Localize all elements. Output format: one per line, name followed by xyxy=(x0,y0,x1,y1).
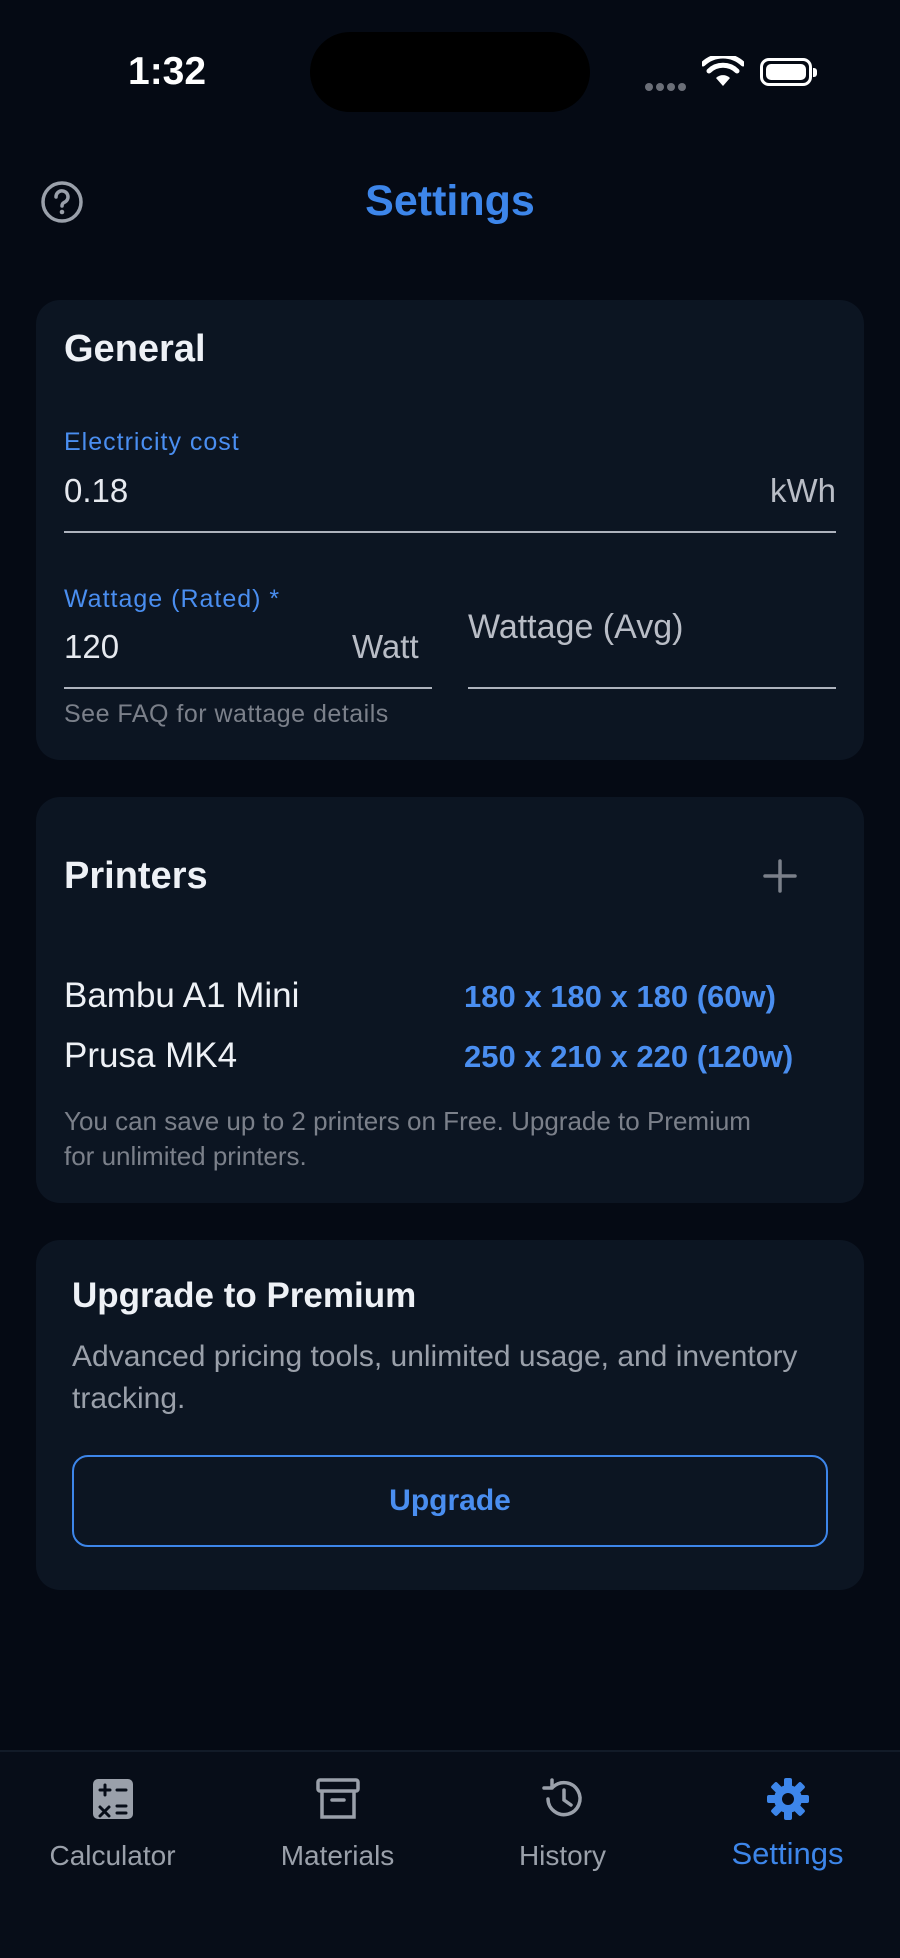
wifi-icon xyxy=(702,56,744,86)
printer-limit-note: You can save up to 2 printers on Free. U… xyxy=(64,1106,751,1171)
tab-bar: Calculator Materials History Settings xyxy=(0,1750,900,1958)
battery-icon xyxy=(760,58,817,86)
dynamic-island xyxy=(310,32,590,112)
history-icon xyxy=(542,1778,582,1817)
wattage-rated-unit: Watt xyxy=(352,628,419,665)
tab-label: Settings xyxy=(731,1836,844,1871)
gear-icon xyxy=(767,1778,809,1820)
wattage-helper-text: See FAQ for wattage details xyxy=(64,700,389,728)
general-title: General xyxy=(64,328,206,370)
cellular-signal-icon xyxy=(645,78,689,96)
general-card: General Electricity cost 0.18 kWh Wattag… xyxy=(36,300,864,760)
tab-settings[interactable]: Settings xyxy=(675,1752,900,1912)
wattage-rated-value[interactable]: 120 xyxy=(64,628,119,666)
printer-spec: 250 x 210 x 220 (120w) xyxy=(464,1039,794,1074)
printers-title: Printers xyxy=(64,855,208,897)
electricity-cost-underline xyxy=(64,531,836,533)
tab-materials[interactable]: Materials xyxy=(225,1752,450,1912)
archive-box-icon xyxy=(316,1778,360,1819)
plus-icon[interactable] xyxy=(760,856,800,896)
printer-name: Bambu A1 Mini xyxy=(64,976,300,1015)
page-title: Settings xyxy=(365,177,535,225)
tab-label: History xyxy=(518,1840,607,1871)
status-time: 1:32 xyxy=(128,50,207,93)
printer-spec: 180 x 180 x 180 (60w) xyxy=(464,979,776,1014)
electricity-cost-value[interactable]: 0.18 xyxy=(64,472,128,510)
tab-label: Calculator xyxy=(49,1840,176,1871)
status-bar: 1:32 xyxy=(0,0,900,130)
wattage-avg-placeholder[interactable]: Wattage (Avg) xyxy=(468,608,683,647)
tab-label: Materials xyxy=(280,1840,395,1871)
wattage-rated-underline xyxy=(64,687,432,689)
electricity-cost-unit: kWh xyxy=(770,472,836,509)
tab-history[interactable]: History xyxy=(450,1752,675,1912)
premium-description: Advanced pricing tools, unlimited usage,… xyxy=(72,1340,798,1415)
tab-calculator[interactable]: Calculator xyxy=(0,1752,225,1912)
upgrade-button[interactable]: Upgrade xyxy=(72,1455,828,1547)
calculator-icon xyxy=(93,1779,133,1819)
printer-name: Prusa MK4 xyxy=(64,1036,238,1075)
wattage-avg-underline xyxy=(468,687,836,689)
wattage-rated-label: Wattage (Rated) * xyxy=(64,585,281,613)
premium-title: Upgrade to Premium xyxy=(72,1276,417,1315)
electricity-cost-label: Electricity cost xyxy=(64,428,240,456)
